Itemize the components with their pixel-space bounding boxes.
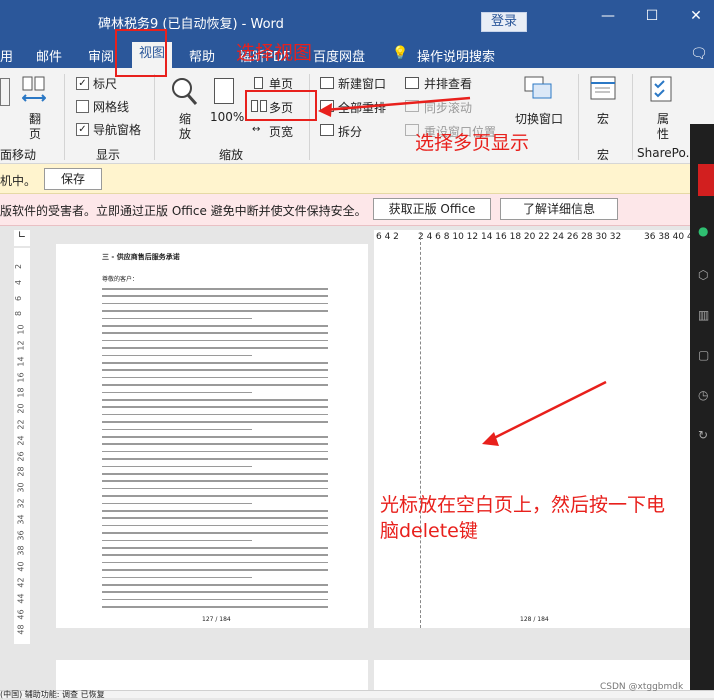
annotation-arrows: [318, 96, 607, 446]
